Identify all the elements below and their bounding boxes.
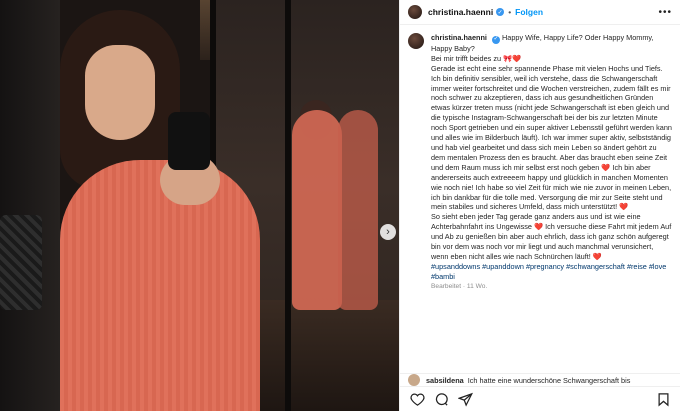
more-options-icon[interactable]: ••• <box>658 7 672 18</box>
commenter-username[interactable]: sabsildena <box>426 376 464 385</box>
caption-paragraph-1: Gerade ist echt eine sehr spannende Phas… <box>431 63 672 212</box>
handbag <box>0 215 42 310</box>
hashtags[interactable]: #upsanddowns #upanddown #pregnancy #schw… <box>431 262 672 282</box>
commenter-avatar[interactable] <box>408 374 420 386</box>
caption-avatar[interactable] <box>408 33 424 49</box>
post-sidebar: christina.haenni ✓ • Folgen ••• christin… <box>399 0 680 411</box>
post-header: christina.haenni ✓ • Folgen ••• <box>400 0 680 25</box>
edited-timestamp: Bearbeitet · 11 Wo. <box>431 282 488 290</box>
save-icon[interactable] <box>654 390 672 408</box>
verified-badge-icon: ✓ <box>492 35 500 44</box>
caption-line-2: Bei mir trifft beides zu 🎀❤️ <box>431 53 522 63</box>
heart-icon[interactable] <box>408 390 426 408</box>
orange-dress <box>60 160 260 411</box>
share-icon[interactable] <box>456 390 474 408</box>
instagram-post: › christina.haenni ✓ • Folgen ••• christ… <box>0 0 680 411</box>
comment-preview: sabsildena Ich hatte eine wunderschöne S… <box>400 373 680 386</box>
next-image-button[interactable]: › <box>380 224 396 240</box>
username[interactable]: christina.haenni <box>428 7 493 17</box>
action-bar <box>400 386 680 411</box>
caption-username[interactable]: christina.haenni <box>431 33 487 42</box>
caption-paragraph-2: So sieht eben jeder Tag gerade ganz ande… <box>431 212 672 261</box>
comment-text: Ich hatte eine wunderschöne Schwangersch… <box>467 375 631 385</box>
avatar[interactable] <box>408 5 422 19</box>
woman-face <box>85 45 155 140</box>
verified-badge-icon: ✓ <box>496 8 505 16</box>
post-photo[interactable]: › <box>0 0 399 411</box>
comment-icon[interactable] <box>432 390 450 408</box>
follow-button[interactable]: Folgen <box>515 7 543 17</box>
caption: christina.haenni ✓ Happy Wife, Happy Lif… <box>400 25 680 373</box>
smartphone <box>168 112 210 170</box>
